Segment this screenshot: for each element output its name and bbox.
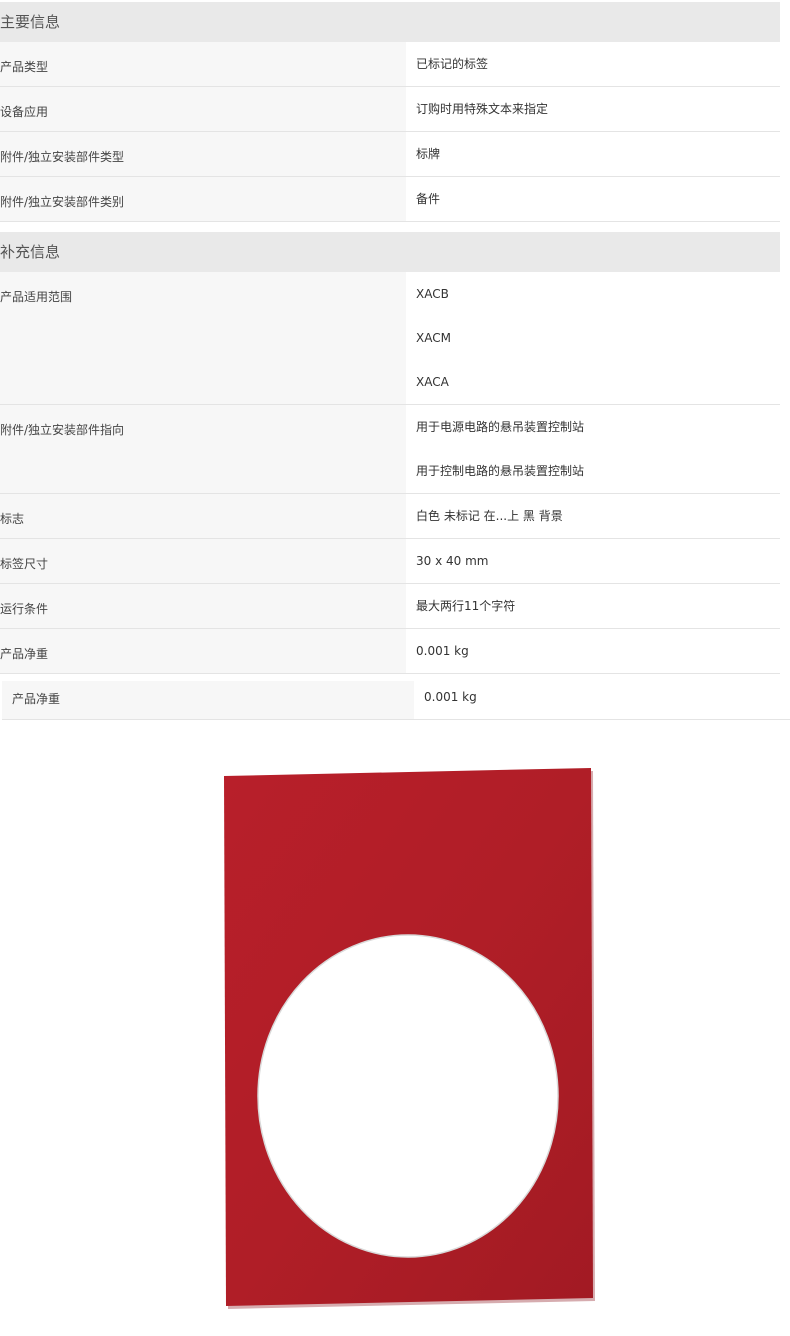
extra-info-header: 补充信息: [0, 232, 780, 272]
spec-value: 订购时用特殊文本来指定: [416, 102, 549, 116]
spec-label-cell: 附件/独立安装部件类型: [0, 132, 406, 176]
spec-label: 设备应用: [0, 105, 49, 119]
spec-label: 产品适用范围: [0, 290, 73, 304]
spec-label: 附件/独立安装部件类别: [0, 195, 125, 209]
extra-info-title: 补充信息: [0, 243, 61, 261]
spec-row: 附件/独立安装部件类别 备件: [0, 177, 780, 222]
spec-label: 附件/独立安装部件类型: [0, 150, 125, 164]
spec-value: XACA: [416, 375, 449, 389]
spec-value: 用于控制电路的悬吊装置控制站: [416, 464, 585, 478]
spec-label-cell: 标签尺寸: [0, 539, 406, 583]
spec-value: 用于电源电路的悬吊装置控制站: [416, 420, 585, 434]
main-info-title: 主要信息: [0, 13, 61, 31]
spec-label: 标志: [0, 512, 25, 526]
spec-value: 30 x 40 mm: [416, 554, 489, 568]
spec-label-cell: 运行条件: [0, 584, 406, 628]
spec-value: XACB: [416, 287, 449, 301]
spec-row: 附件/独立安装部件类型 标牌: [0, 132, 780, 177]
spec-row: 附件/独立安装部件指向 用于电源电路的悬吊装置控制站 用于控制电路的悬吊装置控制…: [0, 405, 780, 494]
spec-value-cell: 最大两行11个字符: [416, 584, 515, 628]
spec-value-cell: 备件: [416, 177, 440, 221]
main-info-header: 主要信息: [0, 2, 780, 42]
spec-value-cell: 已标记的标签: [416, 42, 488, 86]
spec-value: 0.001 kg: [416, 644, 469, 658]
spec-label-cell: 附件/独立安装部件类别: [0, 177, 406, 221]
spec-value-cell: 用于电源电路的悬吊装置控制站 用于控制电路的悬吊装置控制站: [416, 405, 584, 493]
spec-row: 运行条件 最大两行11个字符: [0, 584, 780, 629]
spec-value-cell: 标牌: [416, 132, 440, 176]
mounting-hole: [257, 934, 559, 1258]
spec-value-cell: XACB XACM XACA: [416, 272, 451, 404]
spec-row: 产品类型 已标记的标签: [0, 42, 780, 87]
spec-value: XACM: [416, 331, 451, 345]
spec-value: 已标记的标签: [416, 57, 489, 71]
spec-label-cell: 产品净重: [0, 629, 406, 673]
spec-label: 运行条件: [0, 602, 49, 616]
spec-value-cell: 30 x 40 mm: [416, 539, 488, 583]
spec-value-cell: 订购时用特殊文本来指定: [416, 87, 548, 131]
spec-label-cell: 产品适用范围: [0, 272, 406, 404]
net-weight-label-cell: 产品净重: [2, 681, 414, 719]
spec-value-cell: 0.001 kg: [416, 629, 469, 673]
net-weight-label: 产品净重: [12, 692, 61, 706]
spec-label: 标签尺寸: [0, 557, 49, 571]
spec-label-cell: 附件/独立安装部件指向: [0, 405, 406, 493]
spec-label-cell: 标志: [0, 494, 406, 538]
spec-label: 产品净重: [0, 647, 49, 661]
spec-row: 产品适用范围 XACB XACM XACA: [0, 272, 780, 405]
spec-row: 产品净重 0.001 kg: [0, 629, 780, 674]
spec-row: 标签尺寸 30 x 40 mm: [0, 539, 780, 584]
spec-value: 最大两行11个字符: [416, 599, 516, 613]
spec-label: 产品类型: [0, 60, 49, 74]
spec-value: 白色 未标记 在...上 黑 背景: [416, 509, 563, 523]
spec-value: 标牌: [416, 147, 441, 161]
product-image: [224, 768, 595, 1309]
spec-value: 备件: [416, 192, 441, 206]
net-weight-row: 产品净重 0.001 kg: [2, 681, 790, 720]
spec-label: 附件/独立安装部件指向: [0, 423, 125, 437]
spec-row: 标志 白色 未标记 在...上 黑 背景: [0, 494, 780, 539]
spec-label-cell: 产品类型: [0, 42, 406, 86]
spec-value-cell: 白色 未标记 在...上 黑 背景: [416, 494, 563, 538]
spec-row: 设备应用 订购时用特殊文本来指定: [0, 87, 780, 132]
net-weight-value: 0.001 kg: [424, 690, 477, 704]
spec-label-cell: 设备应用: [0, 87, 406, 131]
